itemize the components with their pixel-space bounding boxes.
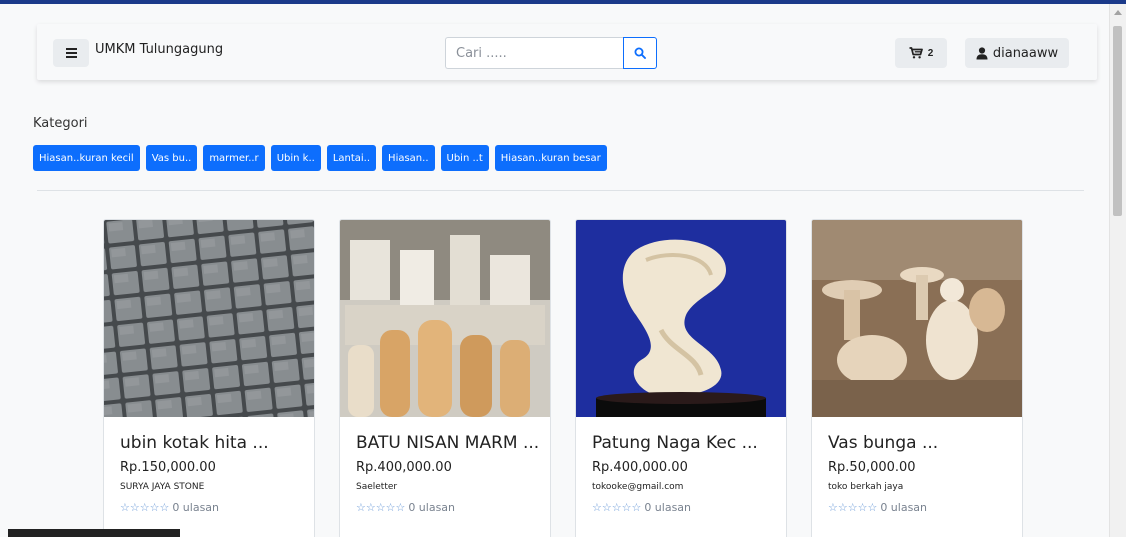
star-rating-icon: ☆☆☆☆☆ [356, 501, 406, 514]
product-price: Rp.400,000.00 [592, 460, 688, 475]
product-image[interactable] [576, 220, 786, 417]
cart-button[interactable]: 2 [895, 38, 947, 68]
review-count: 0 ulasan [644, 501, 692, 514]
star-rating-icon: ☆☆☆☆☆ [828, 501, 878, 514]
user-icon [976, 46, 988, 59]
user-menu-button[interactable]: dianaaww [965, 38, 1069, 68]
product-image[interactable] [812, 220, 1022, 417]
product-image[interactable] [340, 220, 550, 417]
page: UMKM Tulungagung 2 [0, 4, 1110, 537]
product-card[interactable]: ubin kotak hita ... Rp.150,000.00 SURYA … [103, 219, 315, 537]
navbar: UMKM Tulungagung 2 [37, 24, 1097, 80]
product-price: Rp.150,000.00 [120, 460, 216, 475]
shop-name: Saeletter [356, 482, 398, 492]
rating: ☆☆☆☆☆ 0 ulasan [356, 501, 455, 514]
search-button[interactable] [623, 37, 657, 69]
product-name[interactable]: BATU NISAN MARM ... [356, 433, 539, 453]
star-rating-icon: ☆☆☆☆☆ [592, 501, 642, 514]
category-pill[interactable]: Vas bu.. [145, 145, 198, 171]
menu-toggle-button[interactable] [53, 39, 89, 67]
rating: ☆☆☆☆☆ 0 ulasan [120, 501, 219, 514]
search-input[interactable] [445, 37, 623, 69]
username-label: dianaaww [992, 45, 1059, 61]
star-rating-icon: ☆☆☆☆☆ [120, 501, 170, 514]
category-pill[interactable]: Lantai.. [326, 145, 377, 171]
hamburger-icon [65, 48, 77, 50]
product-name[interactable]: Patung Naga Kec ... [592, 433, 758, 453]
product-card[interactable]: Patung Naga Kec ... Rp.400,000.00 tokook… [575, 219, 787, 537]
shop-name: toko berkah jaya [828, 482, 904, 492]
product-name[interactable]: Vas bunga ... [828, 433, 938, 453]
category-pill[interactable]: Hiasan..kuran besar [494, 145, 607, 171]
shop-name: SURYA JAYA STONE [120, 482, 205, 492]
product-price: Rp.50,000.00 [828, 460, 916, 475]
search-bar [445, 37, 657, 69]
category-pill[interactable]: Ubin ..t [440, 145, 489, 171]
cart-icon [909, 47, 923, 59]
review-count: 0 ulasan [172, 501, 220, 514]
status-bar-url [8, 529, 180, 537]
category-list: Hiasan..kuran kecil Vas bu.. marmer..r U… [33, 145, 607, 171]
category-heading: Kategori [33, 116, 88, 131]
scrollbar[interactable] [1109, 4, 1126, 537]
product-name[interactable]: ubin kotak hita ... [120, 433, 269, 453]
section-divider [37, 190, 1084, 191]
rating: ☆☆☆☆☆ 0 ulasan [592, 501, 691, 514]
cart-count-badge: 2 [927, 47, 934, 59]
product-price: Rp.400,000.00 [356, 460, 452, 475]
brand-title[interactable]: UMKM Tulungagung [95, 42, 223, 57]
category-pill[interactable]: Hiasan.. [382, 145, 435, 171]
product-card[interactable]: Vas bunga ... Rp.50,000.00 toko berkah j… [811, 219, 1023, 537]
search-icon [634, 47, 646, 59]
shop-name: tokooke@gmail.com [592, 482, 684, 492]
rating: ☆☆☆☆☆ 0 ulasan [828, 501, 927, 514]
category-pill[interactable]: Ubin k.. [270, 145, 321, 171]
scroll-up-arrow-icon[interactable] [1114, 10, 1122, 15]
review-count: 0 ulasan [408, 501, 456, 514]
category-pill[interactable]: marmer..r [203, 145, 265, 171]
scrollbar-thumb[interactable] [1113, 26, 1122, 216]
review-count: 0 ulasan [880, 501, 928, 514]
category-pill[interactable]: Hiasan..kuran kecil [33, 145, 140, 171]
product-image[interactable] [104, 220, 314, 417]
product-card[interactable]: BATU NISAN MARM ... Rp.400,000.00 Saelet… [339, 219, 551, 537]
